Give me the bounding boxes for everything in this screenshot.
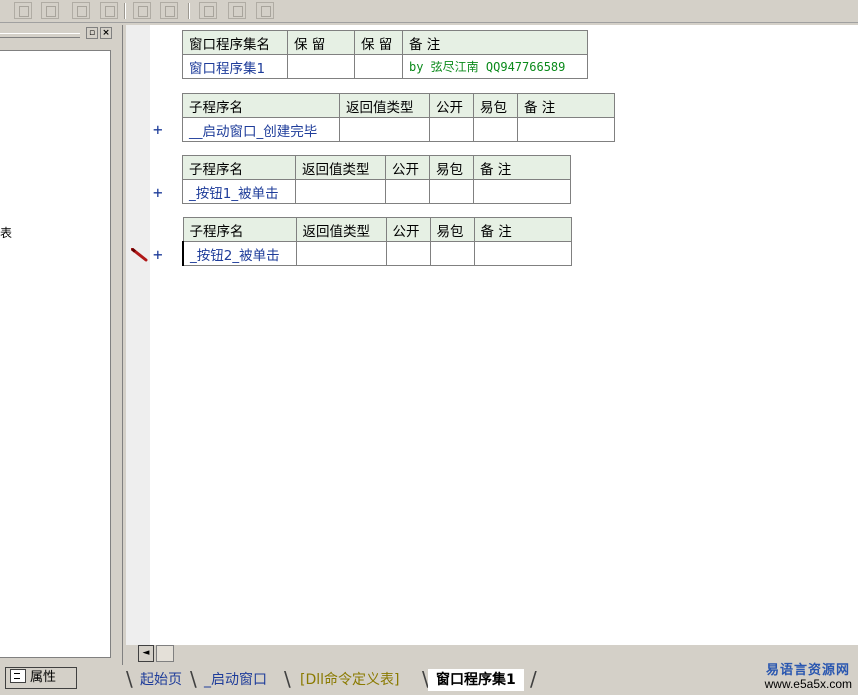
- header-cell: 子程序名: [182, 217, 297, 242]
- header-cell: 易包: [473, 93, 518, 118]
- watermark-title: 易语言资源网: [765, 663, 850, 678]
- remark-cell[interactable]: [473, 179, 571, 204]
- sub-name-cell[interactable]: _按钮2_被单击: [182, 241, 297, 266]
- header-cell: 返回值类型: [295, 155, 386, 180]
- public-cell[interactable]: [429, 117, 474, 142]
- align-left-icon[interactable]: [14, 2, 32, 19]
- reserved-cell[interactable]: [287, 54, 355, 79]
- sub-table: 子程序名 返回值类型 公开 易包 备 注 _按钮2_被单击: [182, 217, 572, 266]
- left-panel: ▫ × 表: [0, 25, 116, 661]
- return-type-cell[interactable]: [295, 179, 386, 204]
- left-panel-content[interactable]: 表: [0, 50, 111, 658]
- properties-tab[interactable]: 属性: [5, 667, 77, 689]
- public-cell[interactable]: [385, 241, 431, 266]
- epkg-cell[interactable]: [473, 117, 518, 142]
- header-cell: 易包: [429, 155, 474, 180]
- sub-name-cell[interactable]: __启动窗口_创建完毕: [182, 117, 340, 142]
- tab-startup-window[interactable]: _启动窗口: [196, 669, 275, 691]
- header-cell: 子程序名: [182, 93, 340, 118]
- same-width-icon[interactable]: [199, 2, 217, 19]
- header-cell: 公开: [429, 93, 474, 118]
- truncated-tree-label[interactable]: 表: [0, 224, 12, 241]
- watermark-url: www.e5a5x.com: [764, 677, 852, 691]
- scroll-thumb[interactable]: [156, 645, 174, 662]
- document-tabs: \ 起始页 \ _启动窗口 \ [Dll命令定义表] \ 窗口程序集1 /: [126, 667, 858, 695]
- tab-window-assembly[interactable]: 窗口程序集1: [428, 669, 524, 691]
- header-cell: 备 注: [473, 155, 571, 180]
- header-cell: 公开: [385, 155, 430, 180]
- properties-icon: [10, 669, 26, 683]
- return-type-cell[interactable]: [339, 117, 430, 142]
- align-center-icon[interactable]: [41, 2, 59, 19]
- header-cell: 子程序名: [182, 155, 296, 180]
- epkg-cell[interactable]: [429, 179, 474, 204]
- remark-cell[interactable]: [517, 117, 615, 142]
- expand-button[interactable]: +: [153, 245, 163, 264]
- header-cell: 备 注: [402, 30, 588, 55]
- pen-icon: [131, 248, 148, 262]
- toolbar-separator: [188, 3, 190, 19]
- remark-cell[interactable]: [473, 241, 572, 266]
- tab-start-page[interactable]: 起始页: [132, 669, 190, 691]
- header-cell: 窗口程序集名: [182, 30, 288, 55]
- tab-dll-commands[interactable]: [Dll命令定义表]: [292, 669, 407, 691]
- header-cell: 保 留: [287, 30, 355, 55]
- sub-table: 子程序名 返回值类型 公开 易包 备 注 _按钮1_被单击: [182, 155, 571, 204]
- tab-divider: /: [530, 667, 537, 691]
- minimize-button[interactable]: ▫: [86, 27, 98, 39]
- expand-button[interactable]: +: [153, 183, 163, 202]
- scroll-left-button[interactable]: ◄: [138, 645, 154, 662]
- assembly-table: 窗口程序集名 保 留 保 留 备 注 窗口程序集1 by 弦尽江南 QQ9477…: [182, 30, 588, 79]
- header-cell: 保 留: [354, 30, 403, 55]
- expand-button[interactable]: +: [153, 120, 163, 139]
- center-icon[interactable]: [256, 2, 274, 19]
- assembly-name-cell[interactable]: 窗口程序集1: [182, 54, 288, 79]
- horizontal-scrollbar[interactable]: ◄: [126, 645, 858, 663]
- equal-width-icon[interactable]: [133, 2, 151, 19]
- same-height-icon[interactable]: [228, 2, 246, 19]
- header-cell: 易包: [429, 217, 475, 242]
- reserved-cell[interactable]: [354, 54, 403, 79]
- header-cell: 返回值类型: [339, 93, 430, 118]
- panel-grip[interactable]: [0, 33, 80, 38]
- header-cell: 备 注: [473, 217, 572, 242]
- equal-height-icon[interactable]: [160, 2, 178, 19]
- sub-table: 子程序名 返回值类型 公开 易包 备 注 __启动窗口_创建完毕: [182, 93, 615, 142]
- epkg-cell[interactable]: [429, 241, 475, 266]
- sub-name-cell[interactable]: _按钮1_被单击: [182, 179, 296, 204]
- close-button[interactable]: ×: [100, 27, 112, 39]
- header-cell: 备 注: [517, 93, 615, 118]
- remark-cell[interactable]: by 弦尽江南 QQ947766589: [402, 54, 588, 79]
- align-right-icon[interactable]: [100, 2, 118, 19]
- editor-gutter: [126, 25, 150, 645]
- align-top-icon[interactable]: [72, 2, 90, 19]
- tab-divider: \: [284, 667, 291, 691]
- left-panel-header: ▫ ×: [0, 25, 116, 43]
- properties-tab-label: 属性: [30, 670, 57, 685]
- header-cell: 公开: [385, 217, 431, 242]
- public-cell[interactable]: [385, 179, 430, 204]
- toolbar: [0, 0, 858, 23]
- header-cell: 返回值类型: [295, 217, 387, 242]
- toolbar-separator: [124, 3, 126, 19]
- return-type-cell[interactable]: [295, 241, 387, 266]
